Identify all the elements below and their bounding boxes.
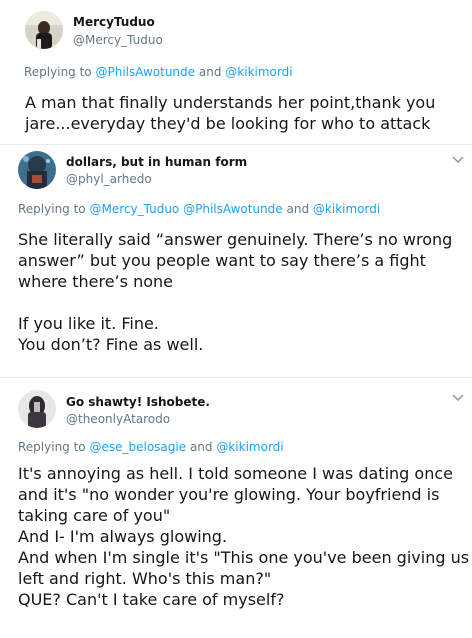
mention-join: and xyxy=(198,65,222,79)
chevron-down-icon[interactable] xyxy=(451,393,465,403)
user-handle[interactable]: @phyl_arhedo xyxy=(66,172,152,186)
user-handle[interactable]: @theonlyAtarodo xyxy=(66,412,170,426)
mention-link[interactable]: @Mercy_Tuduo xyxy=(89,202,179,216)
avatar[interactable] xyxy=(18,390,56,428)
tweet[interactable]: MercyTuduo @Mercy_Tuduo Replying to @Phi… xyxy=(0,0,472,145)
mention-link[interactable]: @ese_belosagie xyxy=(89,440,186,454)
replying-to-label: Replying to xyxy=(24,65,92,79)
tweet-text: She literally said “answer genuinely. Th… xyxy=(18,229,462,355)
tweet[interactable]: dollars, but in human form @phyl_arhedo … xyxy=(0,145,472,377)
replying-to-label: Replying to xyxy=(18,440,86,454)
tweet-text: It's annoying as hell. I told someone I … xyxy=(18,463,470,610)
tweet-text-line: It's annoying as hell. I told someone I … xyxy=(18,464,453,483)
avatar-image xyxy=(18,151,56,189)
replying-to: Replying to @Mercy_Tuduo @PhilsAwotunde … xyxy=(18,202,380,216)
tweet-text-line: taking care of you" xyxy=(18,506,171,525)
tweet-text-line: She literally said “answer genuinely. Th… xyxy=(18,230,453,249)
tweet-text: A man that finally understands her point… xyxy=(25,92,462,134)
tweet-text-line: A man that finally understands her point… xyxy=(25,93,436,112)
tweet[interactable]: Go shawty! Ishobete. @theonlyAtarodo Rep… xyxy=(0,378,472,638)
avatar-image xyxy=(25,11,63,49)
mention-link[interactable]: @PhilsAwotunde xyxy=(183,202,283,216)
mention-join: and xyxy=(189,440,213,454)
tweet-text-line: If you like it. Fine. xyxy=(18,314,159,333)
mention-link[interactable]: @kikimordi xyxy=(225,65,292,79)
mention-link[interactable]: @PhilsAwotunde xyxy=(95,65,195,79)
tweet-text-line: And I- I'm always glowing. xyxy=(18,527,228,546)
display-name[interactable]: MercyTuduo xyxy=(73,15,155,29)
avatar-image xyxy=(18,390,56,428)
replying-to: Replying to @ese_belosagie and @kikimord… xyxy=(18,440,284,454)
tweet-text-line: QUE? Can't I take care of myself? xyxy=(18,590,285,609)
avatar[interactable] xyxy=(25,11,63,49)
avatar[interactable] xyxy=(18,151,56,189)
mention-join: and xyxy=(286,202,310,216)
replying-to: Replying to @PhilsAwotunde and @kikimord… xyxy=(24,65,293,79)
display-name[interactable]: dollars, but in human form xyxy=(66,155,247,169)
tweet-text-line: and it's "no wonder you're glowing. Your… xyxy=(18,485,440,504)
tweet-text-line: And when I'm single it's "This one you'v… xyxy=(18,548,470,567)
tweet-text-line xyxy=(18,292,462,313)
replying-to-label: Replying to xyxy=(18,202,86,216)
mention-link[interactable]: @kikimordi xyxy=(313,202,380,216)
chevron-down-icon[interactable] xyxy=(451,155,465,165)
tweet-text-line: You don’t? Fine as well. xyxy=(18,335,204,354)
tweet-text-line: answer” but you people want to say there… xyxy=(18,251,426,270)
tweet-text-line: jare...everyday they'd be looking for wh… xyxy=(25,114,431,133)
mention-link[interactable]: @kikimordi xyxy=(216,440,283,454)
tweet-text-line: where there’s none xyxy=(18,272,173,291)
tweet-text-line: left and right. Who's this man?" xyxy=(18,569,272,588)
user-handle[interactable]: @Mercy_Tuduo xyxy=(73,33,163,47)
display-name[interactable]: Go shawty! Ishobete. xyxy=(66,395,210,409)
